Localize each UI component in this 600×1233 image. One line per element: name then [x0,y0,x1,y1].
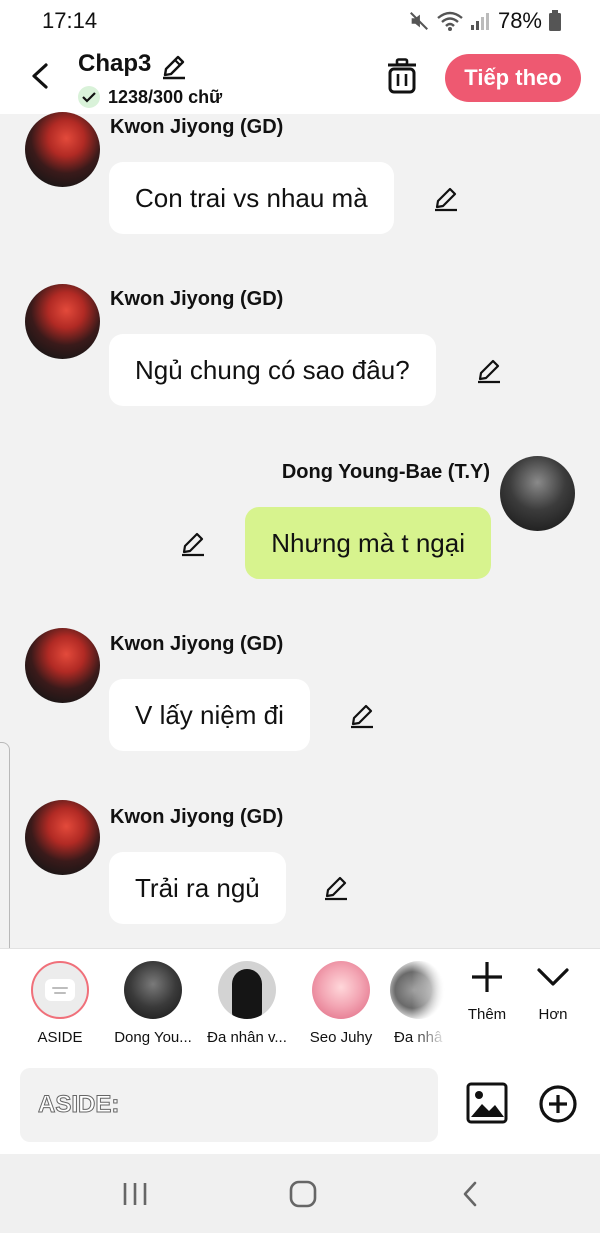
avatar [124,961,182,1019]
message-input[interactable] [20,1068,438,1142]
status-icons: 78% [408,8,562,34]
page-title: Chap3 [78,50,152,77]
avatar[interactable] [25,628,100,703]
home-button[interactable] [283,1176,323,1212]
message-text: Con trai vs nhau mà [135,182,368,213]
message-bubble[interactable]: Con trai vs nhau mà [109,162,394,234]
image-icon[interactable] [466,1082,508,1124]
message-bubble[interactable]: Nhưng mà t ngại [245,507,491,579]
avatar [218,961,276,1019]
recent-apps-icon [123,1183,147,1205]
avatar[interactable] [25,284,100,359]
message-bubble[interactable]: Ngủ chung có sao đâu? [109,334,436,406]
status-bar: 17:14 78% [0,0,600,42]
avatar [312,961,370,1019]
battery-icon [549,10,561,31]
input-area [0,1058,600,1154]
character-label: ASIDE [37,1029,83,1046]
message-bubble[interactable]: Trải ra ngủ [109,852,286,924]
collapse-button[interactable]: Hơn [521,957,585,1023]
pencil-icon[interactable] [475,356,503,384]
system-nav-bar [0,1154,600,1233]
check-icon [78,86,100,108]
message-bubble[interactable]: V lấy niệm đi [109,679,310,751]
wifi-icon [437,11,463,31]
sender-name: Kwon Jiyong (GD) [110,116,284,138]
avatar[interactable] [25,800,100,875]
sender-name: Kwon Jiyong (GD) [110,633,284,655]
character-label: Seo Juhy [309,1029,373,1046]
character-label: Dong You... [114,1029,192,1046]
word-count: 1238/300 chữ [78,86,222,108]
back-arrow-icon [32,63,48,89]
plus-icon [472,962,502,992]
message-text: V lấy niệm đi [135,699,284,730]
sender-name: Kwon Jiyong (GD) [110,806,284,828]
status-time: 17:14 [42,8,98,33]
plus-circle-icon[interactable] [538,1084,578,1124]
avatar[interactable] [25,112,100,187]
pencil-icon[interactable] [348,701,376,729]
back-button[interactable] [22,58,58,94]
chevron-down-icon [537,968,569,986]
nav-back-button[interactable] [450,1176,490,1212]
mute-icon [409,12,428,30]
character-bar: ASIDE Dong You... Đa nhân v... Seo Juhy … [0,948,600,1058]
pencil-icon[interactable] [160,52,188,80]
character-da-nhan[interactable]: Đa nhân v... [202,961,292,1046]
home-icon [289,1180,317,1208]
sender-name: Dong Young-Bae (T.Y) [281,461,490,483]
more-button[interactable]: Thêm [455,957,519,1023]
collapse-label: Hơn [538,1006,568,1023]
character-dong[interactable]: Dong You... [108,961,198,1046]
pencil-icon[interactable] [432,184,460,212]
character-label: Đa nhân v... [207,1029,287,1046]
nav-back-icon [463,1181,477,1207]
aside-icon [31,961,89,1019]
side-panel-handle[interactable] [0,742,10,970]
character-aside[interactable]: ASIDE [15,961,105,1046]
battery-percent: 78% [497,8,542,33]
header: Chap3 1238/300 chữ Tiếp theo [0,42,600,114]
pencil-icon[interactable] [322,873,350,901]
message-text: Trải ra ngủ [135,872,260,903]
more-label: Thêm [467,1006,507,1023]
trash-icon[interactable] [386,58,418,94]
avatar[interactable] [500,456,575,531]
word-count-text: 1238/300 chữ [108,86,223,107]
recent-apps-button[interactable] [115,1176,155,1212]
character-seo[interactable]: Seo Juhy [296,961,386,1046]
next-button[interactable]: Tiếp theo [445,54,581,102]
sender-name: Kwon Jiyong (GD) [110,288,284,310]
message-text: Nhưng mà t ngại [271,527,465,558]
pencil-icon[interactable] [179,529,207,557]
signal-icon [470,13,489,30]
message-text: Ngủ chung có sao đâu? [135,354,410,385]
